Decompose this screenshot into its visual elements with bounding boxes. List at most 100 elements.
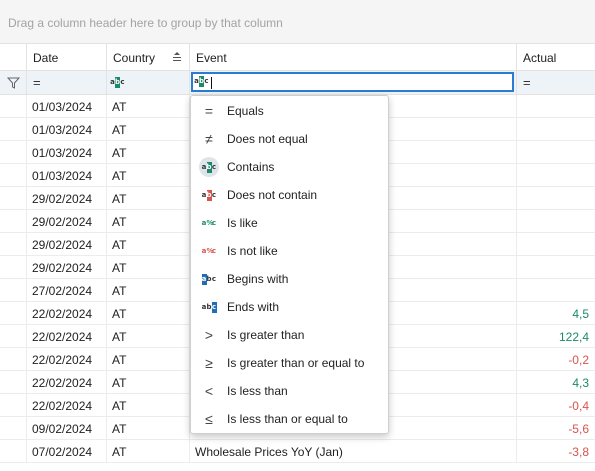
actual-cell[interactable] — [517, 187, 595, 209]
less-equal-icon: ≤ — [205, 411, 213, 427]
actual-cell[interactable]: -0,2 — [517, 348, 595, 370]
actual-cell[interactable]: 4,3 — [517, 371, 595, 393]
actual-cell[interactable] — [517, 95, 595, 117]
actual-cell[interactable] — [517, 118, 595, 140]
menu-item-begins-with[interactable]: a b c Begins with — [191, 265, 388, 293]
menu-item-label: Is less than or equal to — [227, 412, 348, 426]
actual-cell[interactable] — [517, 256, 595, 278]
sort-ascending-icon[interactable] — [171, 51, 183, 63]
date-cell[interactable]: 01/03/2024 — [27, 164, 107, 186]
actual-cell[interactable]: 122,4 — [517, 325, 595, 347]
date-cell[interactable]: 29/02/2024 — [27, 256, 107, 278]
date-cell[interactable]: 22/02/2024 — [27, 325, 107, 347]
country-cell[interactable]: AT — [107, 371, 190, 393]
date-cell[interactable]: 22/02/2024 — [27, 302, 107, 324]
date-cell[interactable]: 01/03/2024 — [27, 95, 107, 117]
column-header-event[interactable]: Event — [190, 44, 517, 70]
is-like-icon: a% c — [201, 218, 217, 227]
actual-cell[interactable] — [517, 210, 595, 232]
greater-equal-icon: ≥ — [205, 355, 213, 371]
column-header-date[interactable]: Date — [27, 44, 107, 70]
country-cell[interactable]: AT — [107, 279, 190, 301]
date-cell[interactable]: 22/02/2024 — [27, 348, 107, 370]
country-cell[interactable]: AT — [107, 417, 190, 439]
row-indicator — [0, 279, 27, 301]
country-cell[interactable]: AT — [107, 233, 190, 255]
column-header-actual[interactable]: Actual — [517, 44, 595, 70]
date-cell[interactable]: 29/02/2024 — [27, 187, 107, 209]
date-filter-cell[interactable]: = — [27, 71, 107, 94]
country-cell[interactable]: AT — [107, 440, 190, 462]
menu-item-label: Ends with — [227, 300, 280, 314]
actual-cell[interactable] — [517, 233, 595, 255]
menu-item-label: Is greater than or equal to — [227, 356, 365, 370]
row-indicator — [0, 164, 27, 186]
country-cell[interactable]: AT — [107, 302, 190, 324]
menu-item-label: Does not contain — [227, 188, 318, 202]
date-cell[interactable]: 29/02/2024 — [27, 233, 107, 255]
menu-item-label: Is like — [227, 216, 258, 230]
menu-item-is-less-than-or-equal-to[interactable]: ≤ Is less than or equal to — [191, 405, 388, 433]
actual-cell[interactable] — [517, 141, 595, 163]
date-cell[interactable]: 22/02/2024 — [27, 394, 107, 416]
date-cell[interactable]: 09/02/2024 — [27, 417, 107, 439]
contains-operator-icon[interactable]: abc — [110, 77, 125, 88]
country-cell[interactable]: AT — [107, 118, 190, 140]
menu-item-ends-with[interactable]: a b c Ends with — [191, 293, 388, 321]
group-panel[interactable]: Drag a column header here to group by th… — [0, 0, 595, 44]
country-cell[interactable]: AT — [107, 210, 190, 232]
menu-item-is-greater-than[interactable]: > Is greater than — [191, 321, 388, 349]
country-cell[interactable]: AT — [107, 348, 190, 370]
menu-item-equals[interactable]: = Equals — [191, 97, 388, 125]
actual-cell[interactable] — [517, 164, 595, 186]
actual-cell[interactable]: 4,5 — [517, 302, 595, 324]
contains-operator-icon[interactable]: abc — [194, 76, 209, 87]
menu-item-is-not-like[interactable]: a% c Is not like — [191, 237, 388, 265]
event-filter-input[interactable]: abc — [191, 72, 514, 92]
does-not-contain-icon: abc — [201, 189, 217, 201]
country-cell[interactable]: AT — [107, 141, 190, 163]
text-caret — [211, 77, 212, 89]
column-header-country[interactable]: Country — [107, 44, 190, 70]
country-filter-cell[interactable]: abc — [107, 71, 190, 94]
menu-item-does-not-contain[interactable]: a b c Does not contain — [191, 181, 388, 209]
menu-item-is-less-than[interactable]: < Is less than — [191, 377, 388, 405]
country-cell[interactable]: AT — [107, 394, 190, 416]
equals-operator-icon[interactable]: = — [523, 75, 531, 90]
date-cell[interactable]: 27/02/2024 — [27, 279, 107, 301]
actual-cell[interactable]: -5,6 — [517, 417, 595, 439]
row-indicator — [0, 394, 27, 416]
table-row[interactable]: 07/02/2024 AT Wholesale Prices YoY (Jan) -3… — [0, 440, 595, 463]
menu-item-contains[interactable]: a b c Contains — [191, 153, 388, 181]
menu-item-does-not-equal[interactable]: ≠ Does not equal — [191, 125, 388, 153]
actual-cell[interactable]: -0,4 — [517, 394, 595, 416]
date-cell[interactable]: 22/02/2024 — [27, 371, 107, 393]
actual-filter-cell[interactable]: = — [517, 71, 595, 94]
is-not-like-icon: a% c — [201, 246, 217, 255]
filter-operator-dropdown: = Equals ≠ Does not equal a b c Contains a b c Does… — [190, 95, 389, 434]
row-indicator — [0, 440, 27, 462]
menu-item-is-like[interactable]: a% c Is like — [191, 209, 388, 237]
date-cell[interactable]: 01/03/2024 — [27, 118, 107, 140]
row-indicator — [0, 95, 27, 117]
country-cell[interactable]: AT — [107, 95, 190, 117]
filter-row: = abc abc = — [0, 71, 595, 95]
menu-item-label: Begins with — [227, 272, 289, 286]
actual-cell[interactable]: -3,8 — [517, 440, 595, 462]
country-cell[interactable]: AT — [107, 187, 190, 209]
date-cell[interactable]: 29/02/2024 — [27, 210, 107, 232]
date-cell[interactable]: 01/03/2024 — [27, 141, 107, 163]
date-cell[interactable]: 07/02/2024 — [27, 440, 107, 462]
less-than-icon: < — [204, 383, 214, 399]
menu-item-label: Is not like — [227, 244, 278, 258]
country-cell[interactable]: AT — [107, 256, 190, 278]
actual-cell[interactable] — [517, 279, 595, 301]
equals-operator-icon[interactable]: = — [33, 75, 41, 90]
event-cell[interactable]: Wholesale Prices YoY (Jan) — [190, 440, 517, 462]
event-filter-cell[interactable]: abc — [190, 71, 517, 94]
country-cell[interactable]: AT — [107, 325, 190, 347]
contains-icon: abc — [199, 157, 219, 177]
menu-item-label: Does not equal — [227, 132, 308, 146]
country-cell[interactable]: AT — [107, 164, 190, 186]
menu-item-is-greater-than-or-equal-to[interactable]: ≥ Is greater than or equal to — [191, 349, 388, 377]
